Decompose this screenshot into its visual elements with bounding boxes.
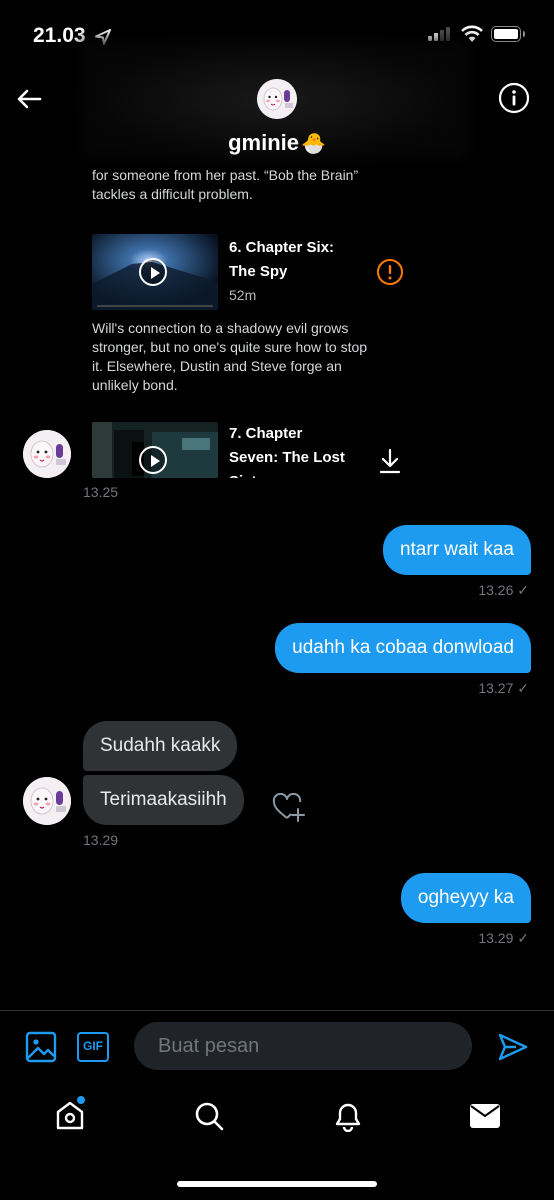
gif-label: GIF [83,1039,103,1053]
status-time: 21.03 [33,24,86,47]
sender-avatar[interactable] [23,430,71,478]
episode-6-thumbnail[interactable] [92,234,218,310]
episode-7-title-line3-clip: Sist [229,470,257,478]
play-icon[interactable] [139,258,167,286]
episode-7-title-line2: Seven: The Lost [229,449,345,466]
home-indicator [177,1181,377,1187]
notifications-bell-icon[interactable] [333,1100,363,1132]
message-timestamp: 13.26 ✓ [478,582,529,598]
previous-episode-description: for someone from her past. “Bob the Brai… [92,167,359,202]
episode-7-title-line3: Sist [229,470,257,478]
battery-tip [523,31,525,37]
gif-button[interactable]: GIF [77,1032,109,1062]
header-avatar[interactable] [257,79,297,119]
avatar-face-icon [23,777,71,825]
card-timestamp: 13.25 [83,484,119,500]
search-icon[interactable] [194,1101,224,1131]
episode-6-duration: 52m [229,287,257,303]
message-timestamp: 13.27 ✓ [478,680,529,696]
composer-divider [0,1010,554,1011]
home-icon[interactable] [54,1096,88,1132]
battery-icon [491,26,521,42]
play-icon[interactable] [139,446,167,474]
send-icon[interactable] [497,1031,529,1063]
cellular-signal-icon [428,27,450,41]
episode-6-title-line2: The Spy [229,263,288,280]
incoming-message[interactable]: Sudahh kaakk [83,721,238,771]
outgoing-message[interactable]: ntarr wait kaa [382,525,531,575]
avatar-face-icon [23,430,71,478]
chick-emoji: 🐣 [301,133,326,155]
episode-7-thumbnail[interactable] [92,422,218,478]
outgoing-message[interactable]: udahh ka cobaa donwload [275,623,531,673]
back-arrow-icon[interactable] [14,84,44,114]
sender-avatar[interactable] [23,777,71,825]
outgoing-message[interactable]: ogheyyy ka [400,873,531,923]
episode-7-title-line1: 7. Chapter [229,425,303,442]
message-input[interactable]: Buat pesan [134,1022,472,1070]
warning-icon[interactable] [376,258,404,286]
info-icon[interactable] [498,82,530,114]
image-icon[interactable] [25,1031,57,1063]
message-timestamp: 13.29 [83,832,119,848]
avatar-face-icon [257,79,297,119]
download-icon[interactable] [378,448,402,474]
episode-6-title-line1: 6. Chapter Six: [229,239,335,256]
messages-envelope-icon[interactable] [469,1103,501,1129]
incoming-message[interactable]: Terimaakasiihh [83,775,244,825]
episode-6-description: Will's connection to a shadowy evil grow… [92,320,368,393]
conversation-name: gminie [228,130,299,155]
conversation-title: gminie 🐣 [0,130,554,156]
message-timestamp: 13.29 ✓ [478,930,529,946]
add-reaction-heart-icon[interactable] [272,793,306,823]
